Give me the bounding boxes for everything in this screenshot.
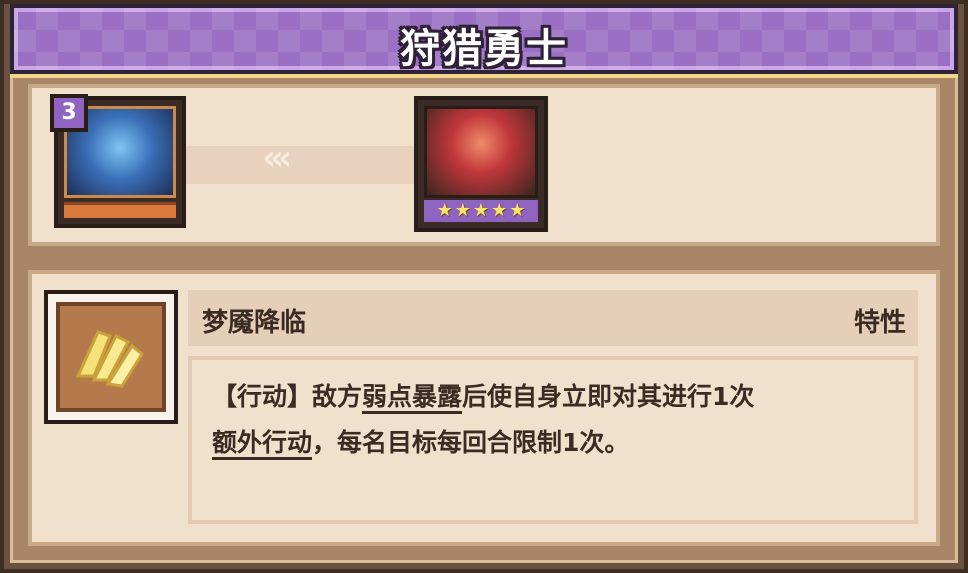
skill-name: 梦魇降临	[202, 308, 307, 338]
skill-description: 【行动】敌方弱点暴露后使自身立即对其进行1次额外行动，每名目标每回合限制1次。	[212, 374, 902, 466]
skill-header: 梦魇降临 特性	[188, 290, 918, 346]
title-banner: 狩猎勇士	[10, 4, 958, 74]
hero-art-red	[424, 106, 538, 198]
skill-description-box: 【行动】敌方弱点暴露后使自身立即对其进行1次额外行动，每名目标每回合限制1次。	[188, 356, 918, 524]
page-title: 狩猎勇士	[400, 26, 568, 72]
desc-text-2: 后使自身立即对其进行1次	[462, 382, 755, 411]
star-icon: ★	[472, 200, 490, 221]
skill-icon-frame[interactable]	[44, 290, 178, 424]
skill-type-label: 特性	[853, 308, 906, 338]
star-rating: ★ ★ ★ ★ ★	[424, 200, 538, 222]
desc-text-3: ，每名目标每回合限制1次。	[312, 428, 630, 457]
hero-rarity-bar	[64, 202, 176, 218]
hero-portrait-evolved[interactable]: ★ ★ ★ ★ ★	[414, 96, 548, 232]
wing-icon	[56, 302, 166, 412]
keyword-extra-action[interactable]: 额外行动	[212, 428, 312, 457]
keyword-weakness-exposed[interactable]: 弱点暴露	[362, 382, 462, 411]
star-icon: ★	[491, 200, 508, 221]
level-badge: 3	[50, 94, 88, 132]
evolution-arrow-icon: ‹‹‹	[262, 138, 292, 178]
star-icon: ★	[454, 200, 471, 221]
star-icon: ★	[509, 200, 526, 221]
desc-text-1: 【行动】敌方	[212, 382, 363, 411]
star-icon: ★	[436, 200, 453, 221]
evolution-track	[186, 146, 446, 184]
